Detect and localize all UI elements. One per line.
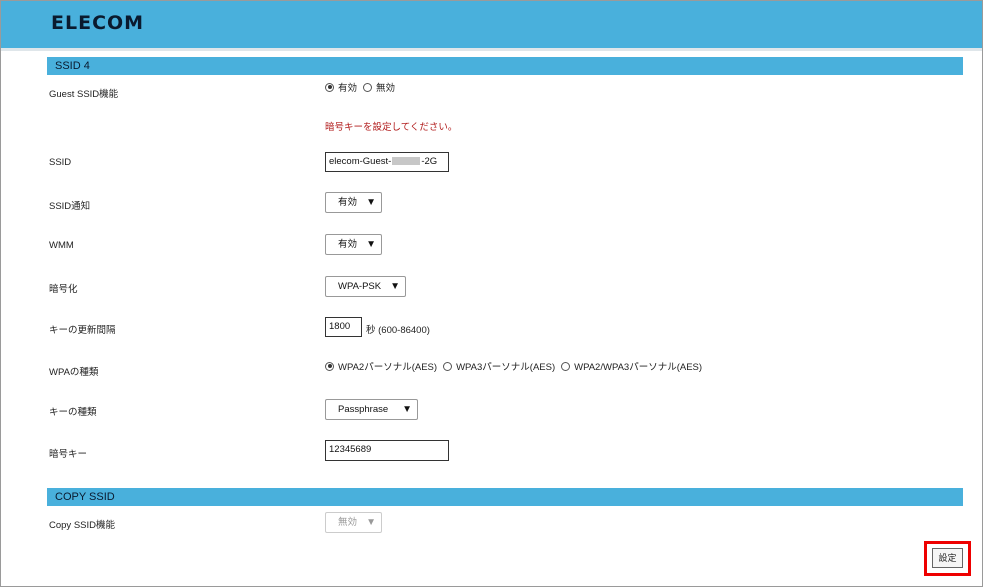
radio-unchecked-icon[interactable] [561,361,571,371]
ssid-broadcast-select[interactable]: 有効 ▼ [325,192,382,213]
wpa-type-option-wpa2[interactable]: WPA2パーソナル(AES) [325,359,437,373]
key-type-label: キーの種類 [49,407,97,418]
wpa-type-wpa3-label: WPA3パーソナル(AES) [456,362,556,373]
radio-checked-icon[interactable] [325,82,334,92]
guest-ssid-disable-label: 無効 [376,83,396,94]
section-ssid4-title: SSID 4 [47,57,963,75]
header-divider [1,48,982,51]
section-copy-ssid-title: COPY SSID [47,488,963,506]
encryption-key-input[interactable]: 12345689 [325,440,449,461]
set-button[interactable]: 設定 [932,548,963,568]
wmm-value: 有効 [338,239,358,250]
copy-ssid-label: Copy SSID機能 [49,520,115,531]
copy-ssid-select[interactable]: 無効 ▼ [325,512,382,533]
redacted-blur [392,157,421,166]
chevron-down-icon: ▼ [366,517,376,528]
chevron-down-icon: ▼ [390,281,400,292]
guest-ssid-label: Guest SSID機能 [49,89,119,100]
chevron-down-icon: ▼ [366,197,376,208]
key-interval-input[interactable]: 1800 [325,317,362,337]
encryption-key-label: 暗号キー [49,449,88,460]
key-interval-unit: 秒 (600-86400) [366,325,430,336]
key-type-value: Passphrase [338,404,389,415]
encryption-value: WPA-PSK [338,281,382,292]
ssid-input[interactable]: elecom-Guest- -2G [325,152,449,172]
ssid-suffix: -2G [421,156,438,167]
wmm-select[interactable]: 有効 ▼ [325,234,382,255]
ssid-label: SSID [49,157,72,168]
wpa-type-option-wpa2-wpa3[interactable]: WPA2/WPA3パーソナル(AES) [561,359,702,373]
wpa-type-wpa2-wpa3-label: WPA2/WPA3パーソナル(AES) [574,362,703,373]
ssid-broadcast-value: 有効 [338,197,358,208]
key-interval-label: キーの更新間隔 [49,325,116,336]
ssid-prefix: elecom-Guest- [329,156,392,167]
wpa-type-radio-group: WPA2パーソナル(AES) WPA3パーソナル(AES) WPA2/WPA3パ… [325,359,708,373]
guest-ssid-radio-group: 有効 無効 [325,80,401,94]
key-type-select[interactable]: Passphrase ▼ [325,399,418,420]
guest-ssid-disable-option[interactable]: 無効 [363,80,395,94]
guest-ssid-enable-label: 有効 [338,83,358,94]
radio-checked-icon[interactable] [325,361,334,371]
radio-unchecked-icon[interactable] [443,361,453,371]
key-warning-message: 暗号キーを設定してください。 [325,122,458,133]
encryption-select[interactable]: WPA-PSK ▼ [325,276,406,297]
header-bar: ELECOM [1,1,982,48]
guest-ssid-enable-option[interactable]: 有効 [325,80,357,94]
chevron-down-icon: ▼ [366,239,376,250]
copy-ssid-value: 無効 [338,517,358,528]
wpa-type-option-wpa3[interactable]: WPA3パーソナル(AES) [443,359,555,373]
chevron-down-icon: ▼ [402,404,412,415]
wpa-type-wpa2-label: WPA2パーソナル(AES) [338,362,438,373]
wpa-type-label: WPAの種類 [49,367,99,378]
wmm-label: WMM [49,240,74,251]
radio-unchecked-icon[interactable] [363,82,373,92]
ssid-broadcast-label: SSID通知 [49,201,91,212]
elecom-logo: ELECOM [51,12,145,34]
encryption-label: 暗号化 [49,284,78,295]
